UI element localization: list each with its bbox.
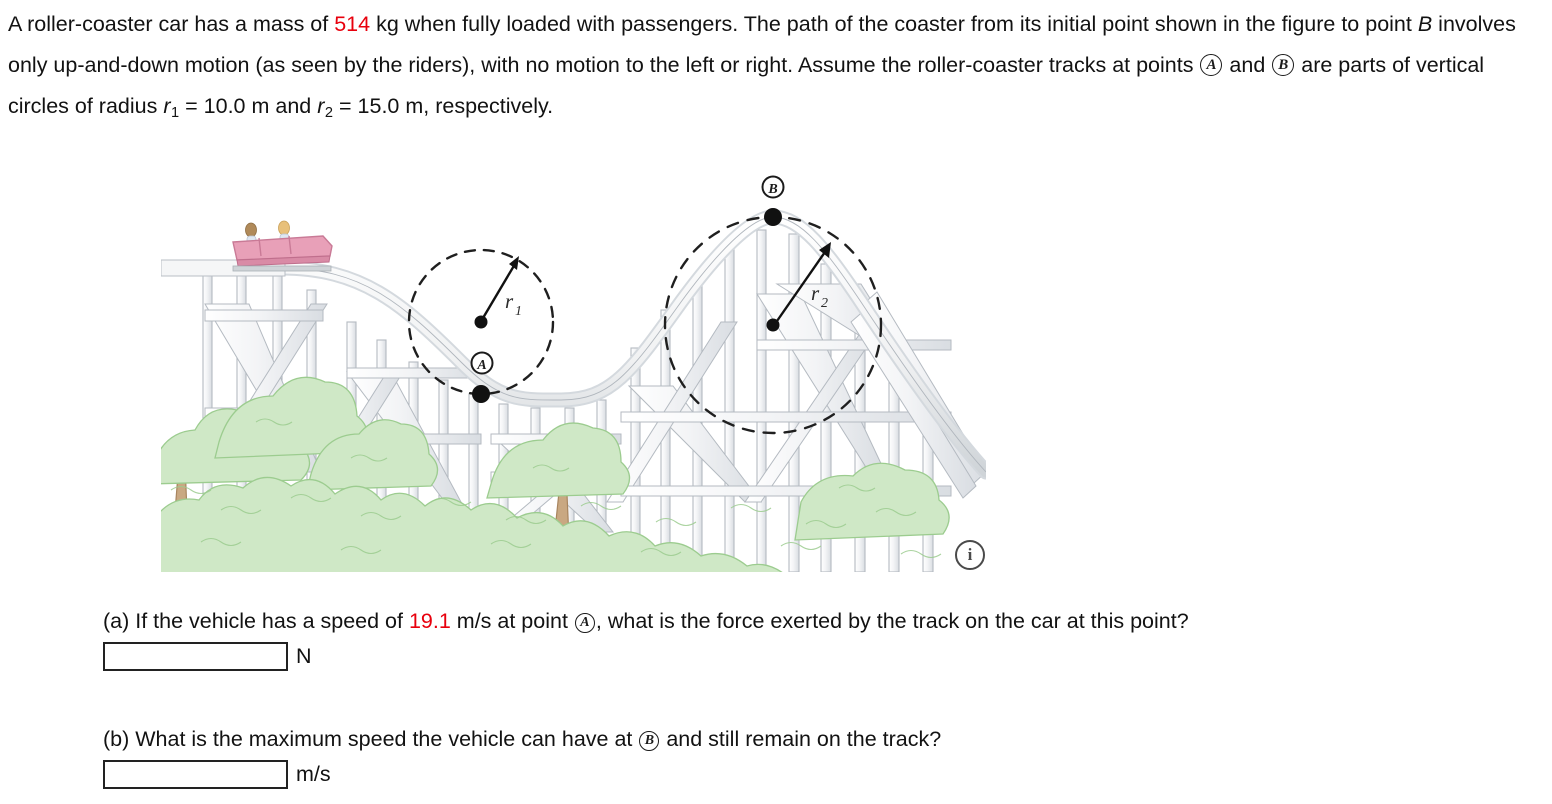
circled-b-label: B	[1272, 54, 1295, 76]
roller-coaster-figure: r 1 A r 2 B	[161, 172, 986, 572]
problem-text-part6: and	[1223, 53, 1272, 77]
question-a: (a) If the vehicle has a speed of 19.1 m…	[103, 609, 1543, 671]
question-a-prefix: (a) If the vehicle has a speed of	[103, 609, 409, 633]
radius-1-value: = 10.0 m and	[179, 94, 318, 118]
question-b-point-label: B	[639, 731, 660, 751]
question-a-answer-row: N	[103, 642, 1543, 671]
problem-text-part5: Assume the roller-coaster tracks at poin…	[797, 53, 1200, 77]
question-a-speed-value: 19.1	[408, 609, 451, 633]
question-a-text: (a) If the vehicle has a speed of 19.1 m…	[103, 609, 1543, 634]
question-a-suffix: , what is the force exerted by the track…	[595, 609, 1189, 633]
point-a-figure-label: A	[476, 358, 486, 373]
problem-statement: A roller-coaster car has a mass of 514 k…	[8, 4, 1546, 134]
radius-2-figure-subscript: 2	[821, 296, 828, 311]
question-b-suffix: and still remain on the track?	[660, 727, 942, 751]
problem-text-part8: respectively.	[435, 94, 554, 118]
question-b: (b) What is the maximum speed the vehicl…	[103, 727, 1543, 789]
answer-input-b[interactable]	[103, 760, 288, 789]
info-icon[interactable]: i	[955, 540, 985, 570]
point-b-marker: B	[761, 175, 785, 226]
radius-2-subscript: 2	[324, 105, 334, 122]
circle-1-center-dot	[474, 315, 488, 329]
point-b-figure-label: B	[767, 182, 777, 197]
radius-2-figure-label: r	[811, 281, 820, 305]
question-b-text: (b) What is the maximum speed the vehicl…	[103, 727, 1543, 752]
answer-input-a[interactable]	[103, 642, 288, 671]
circled-a-label: A	[1200, 54, 1223, 76]
point-b-inline-label: B	[1417, 12, 1433, 36]
question-b-answer-row: m/s	[103, 760, 1543, 789]
radius-1-figure-subscript: 1	[515, 304, 522, 319]
question-b-prefix: (b) What is the maximum speed the vehicl…	[103, 727, 639, 751]
problem-text-part1: A roller-coaster car has a mass of	[8, 12, 335, 36]
radius-1-symbol: r	[163, 94, 171, 118]
question-a-middle: m/s at point	[450, 609, 574, 633]
answer-unit-b: m/s	[296, 762, 331, 786]
answer-unit-a: N	[296, 644, 312, 668]
problem-text-part3: shown in the figure to point	[1154, 12, 1418, 36]
radius-2-value: = 15.0 m,	[333, 94, 430, 118]
radius-1-subscript: 1	[171, 105, 180, 122]
mass-value: 514	[334, 12, 371, 36]
radius-1-figure-label: r	[505, 289, 514, 313]
question-a-point-label: A	[574, 613, 595, 633]
problem-text-part2: kg when fully loaded with passengers. Th…	[370, 12, 1149, 36]
